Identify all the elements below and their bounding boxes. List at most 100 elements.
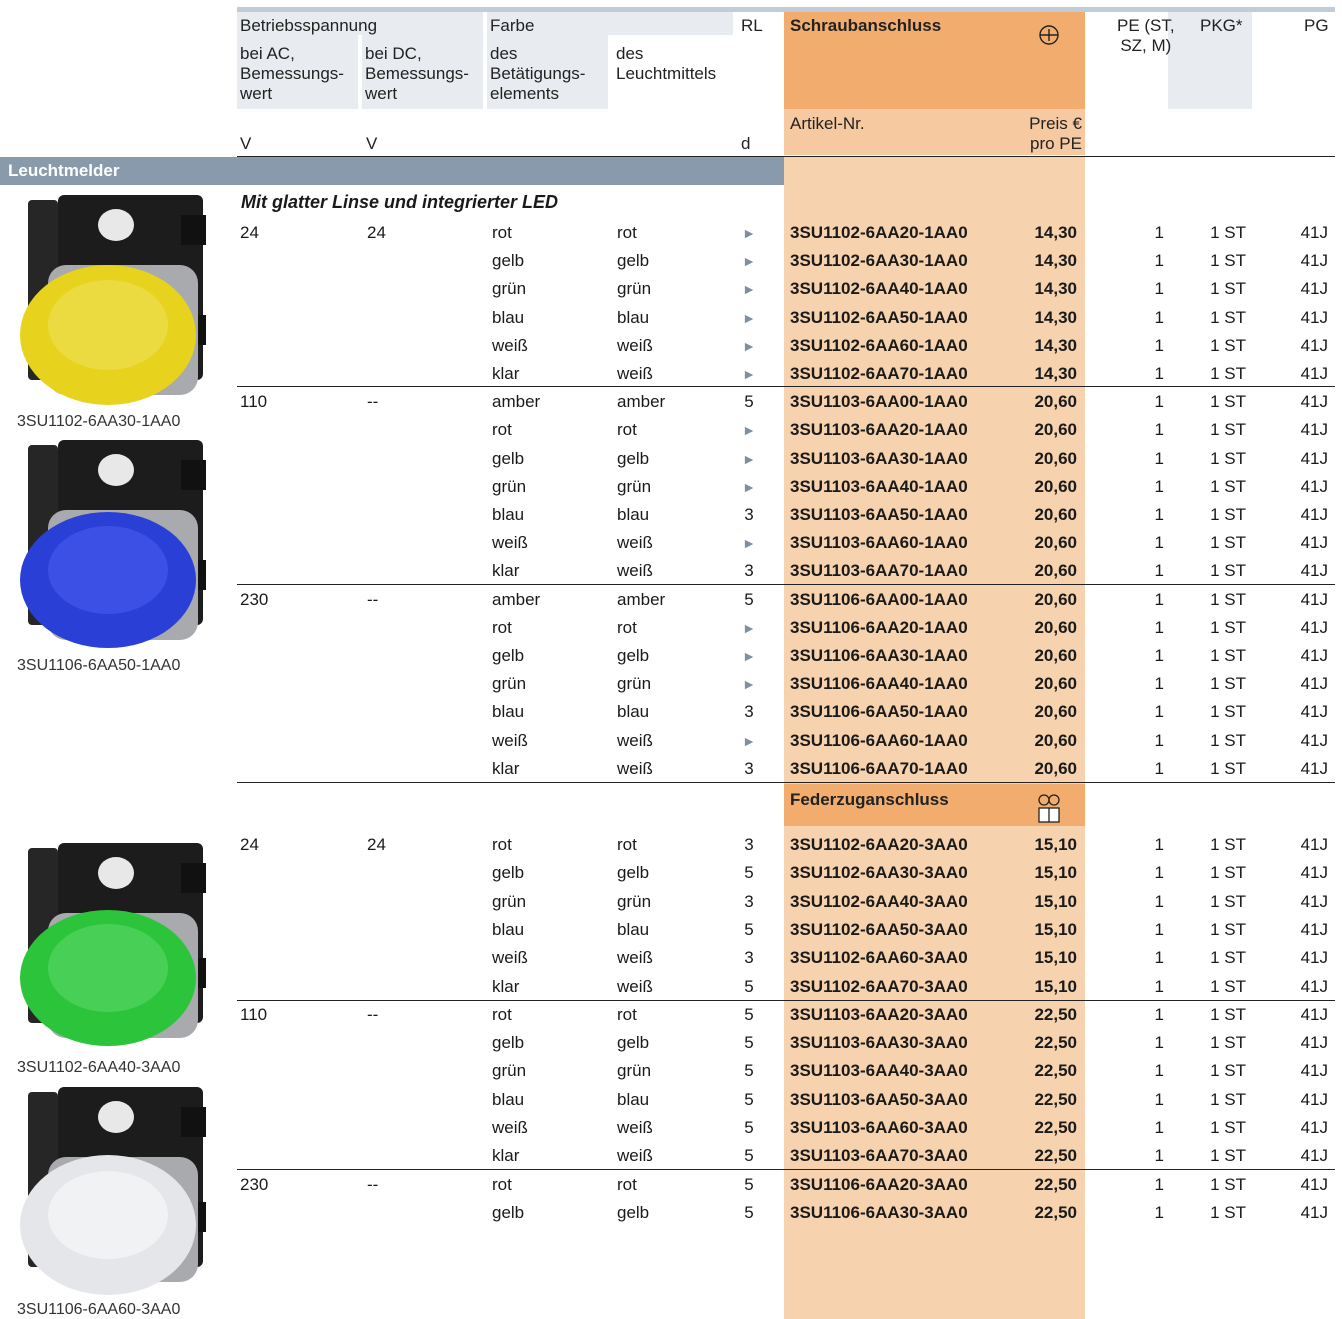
cell-pe: 1 (1154, 279, 1164, 299)
cell-c2: amber (617, 392, 666, 412)
cell-c2: gelb (617, 1202, 650, 1222)
cell-rl: 5 (744, 919, 754, 939)
cell-pe: 1 (1154, 364, 1164, 383)
cell-c2: rot (617, 617, 637, 637)
caption-3: 3SU1102-6AA40-3AA0 (17, 1059, 181, 1076)
header-artikel: Artikel-Nr. (790, 114, 865, 133)
cell-pe: 1 (1154, 223, 1164, 242)
cell-art: 3SU1103-6AA30-1AA0 (790, 448, 968, 468)
cell-art: 3SU1103-6AA50-1AA0 (790, 505, 968, 524)
cell-pkg: 1 ST (1210, 863, 1246, 883)
cell-c2: rot (617, 835, 637, 854)
cell-c1: weiß (492, 533, 528, 553)
cell-c1: rot (492, 420, 512, 440)
cell-art: 3SU1103-6AA20-1AA0 (790, 420, 968, 440)
cell-pe: 1 (1154, 702, 1164, 722)
cell-c1: gelb (492, 448, 525, 468)
cell-price: 20,60 (1034, 646, 1077, 665)
cell-c1: amber (492, 392, 541, 412)
cell-pg: 41J (1300, 646, 1328, 665)
header-schraubanschluss: Schraubanschluss (790, 16, 942, 35)
cell-pg: 41J (1300, 1089, 1328, 1109)
cell-art: 3SU1106-6AA30-1AA0 (790, 646, 968, 665)
cell-pe: 1 (1154, 1004, 1164, 1024)
cell-c1: weiß (492, 948, 528, 968)
cell-c1: klar (492, 758, 520, 778)
cell-art: 3SU1102-6AA30-1AA0 (790, 251, 968, 271)
cell-pkg: 1 ST (1210, 1202, 1246, 1222)
cell-pe: 1 (1154, 392, 1164, 412)
cell-rl: ► (742, 253, 756, 270)
cell-rl: 5 (744, 1061, 754, 1081)
cell-c1: gelb (492, 1202, 525, 1222)
cell-c1: gelb (492, 1033, 525, 1053)
cell-pe: 1 (1154, 1174, 1164, 1194)
cell-pkg: 1 ST (1210, 702, 1246, 722)
cell-rl: 5 (744, 1146, 754, 1166)
cell-pkg: 1 ST (1210, 1089, 1246, 1109)
header-farbe: Farbe (490, 16, 535, 35)
cell-price: 20,60 (1034, 533, 1077, 553)
cell-pg: 41J (1300, 533, 1328, 553)
cell-rl: ► (742, 732, 756, 749)
cell-art: 3SU1103-6AA60-3AA0 (790, 1118, 968, 1137)
header-unit-rl: d (741, 134, 751, 153)
cell-c2: blau (617, 702, 650, 722)
cell-price: 20,60 (1034, 674, 1077, 694)
cell-art: 3SU1102-6AA20-3AA0 (790, 835, 968, 854)
cell-price: 20,60 (1034, 758, 1077, 778)
cell-c1: grün (492, 476, 527, 496)
cell-c1: grün (492, 891, 527, 911)
cell-pe: 1 (1154, 919, 1164, 939)
cell-dc: -- (367, 1004, 379, 1024)
cell-pe: 1 (1154, 1033, 1164, 1053)
cell-price: 14,30 (1034, 279, 1077, 299)
cell-pg: 41J (1300, 476, 1328, 496)
cell-rl: 3 (744, 835, 754, 854)
cell-art: 3SU1106-6AA50-1AA0 (790, 702, 968, 722)
cell-c2: grün (617, 891, 652, 911)
cell-pkg: 1 ST (1210, 1004, 1246, 1024)
table-row: weiß weiß ► 3SU1106-6AA60-1AA0 20,60 1 1 ST 41J (0, 727, 1342, 755)
cell-c1: weiß (492, 1118, 528, 1137)
cell-rl: ► (742, 337, 756, 354)
cell-c1: blau (492, 1089, 525, 1109)
cell-c2: weiß (617, 948, 653, 968)
cell-pe: 1 (1154, 1146, 1164, 1166)
cell-c1: grün (492, 1061, 527, 1081)
cell-pg: 41J (1300, 730, 1328, 750)
cell-art: 3SU1106-6AA00-1AA0 (790, 589, 968, 609)
cell-art: 3SU1102-6AA70-3AA0 (790, 976, 968, 996)
cell-pe: 1 (1154, 476, 1164, 496)
cell-c1: rot (492, 1004, 512, 1024)
cell-art: 3SU1103-6AA50-3AA0 (790, 1089, 968, 1109)
cell-pkg: 1 ST (1210, 1033, 1246, 1053)
cell-price: 15,10 (1034, 891, 1077, 911)
subheading: Mit glatter Linse und integrierter LED (241, 192, 559, 212)
cell-pkg: 1 ST (1210, 976, 1246, 996)
cell-pkg: 1 ST (1210, 589, 1246, 609)
cell-price: 20,60 (1034, 420, 1077, 440)
cell-pg: 41J (1300, 758, 1328, 778)
cell-c2: rot (617, 1174, 637, 1194)
cell-pe: 1 (1154, 589, 1164, 609)
product-image-yellow (18, 195, 218, 415)
cell-pkg: 1 ST (1210, 919, 1246, 939)
cell-pkg: 1 ST (1210, 1118, 1246, 1137)
cell-c2: weiß (617, 364, 653, 383)
cell-pkg: 1 ST (1210, 1146, 1246, 1166)
cell-pkg: 1 ST (1210, 561, 1246, 581)
cell-art: 3SU1102-6AA20-1AA0 (790, 223, 968, 242)
cell-rl: 5 (744, 1089, 754, 1109)
header-pkg: PKG* (1200, 16, 1243, 35)
cell-pkg: 1 ST (1210, 948, 1246, 968)
section-title: Leuchtmelder (8, 161, 120, 180)
cell-pe: 1 (1154, 1061, 1164, 1081)
cell-rl: 5 (744, 976, 754, 996)
cell-pkg: 1 ST (1210, 646, 1246, 665)
cell-pg: 41J (1300, 919, 1328, 939)
table-row: blau blau 3 3SU1106-6AA50-1AA0 20,60 1 1 ST 41J (0, 698, 1342, 726)
cell-pg: 41J (1300, 392, 1328, 412)
cell-rl: ► (742, 676, 756, 693)
cell-art: 3SU1103-6AA00-1AA0 (790, 392, 968, 412)
